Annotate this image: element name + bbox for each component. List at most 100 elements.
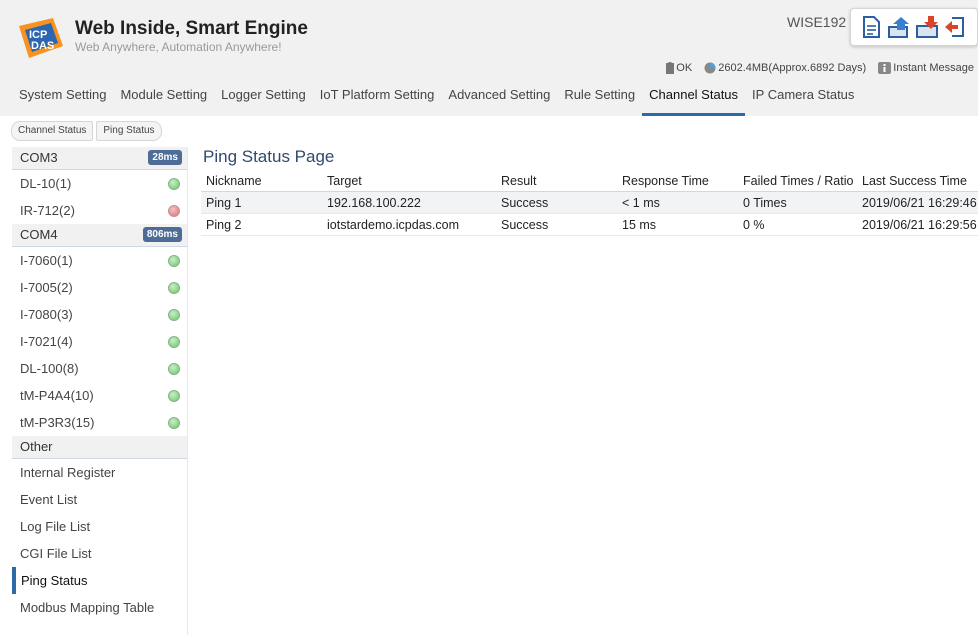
sidebar-item-event-list[interactable]: Event List (12, 486, 187, 513)
download-icon[interactable] (915, 15, 939, 39)
table-row: Ping 1 192.168.100.222 Success < 1 ms 0 … (201, 191, 978, 214)
sidebar-item-ping-status[interactable]: Ping Status (12, 567, 187, 594)
sidebar-item-i-7080[interactable]: I-7080(3) (12, 301, 187, 328)
instant-message[interactable]: Instant Message (878, 62, 974, 74)
column-header-result: Result (496, 170, 617, 192)
column-header-last-success-time: Last Success Time (857, 170, 978, 192)
column-header-nickname: Nickname (201, 170, 322, 192)
cell-result: Success (496, 191, 617, 214)
sidebar-item-tm-p4a4[interactable]: tM-P4A4(10) (12, 382, 187, 409)
sidebar-item-label: Event List (20, 492, 78, 507)
upload-icon[interactable] (887, 15, 911, 39)
sidebar-item-i-7021[interactable]: I-7021(4) (12, 328, 187, 355)
sidebar-item-label: Ping Status (21, 573, 88, 588)
main-nav: System Setting Module Setting Logger Set… (0, 82, 861, 116)
sidebar-item-label: Log File List (20, 519, 91, 534)
sidebar-item-label: I-7080(3) (20, 307, 73, 322)
sidebar-item-label: CGI File List (20, 546, 92, 561)
nav-channel-status[interactable]: Channel Status (642, 82, 746, 116)
cell-response-time: 15 ms (617, 213, 738, 236)
group-label: Other (20, 439, 53, 454)
brand-subtitle: Web Anywhere, Automation Anywhere! (75, 40, 282, 54)
sidebar-item-log-file-list[interactable]: Log File List (12, 513, 187, 540)
nav-logger-setting[interactable]: Logger Setting (214, 82, 313, 116)
page-title: Ping Status Page (203, 147, 335, 166)
battery-icon (666, 62, 675, 74)
status-dot-icon (168, 390, 180, 402)
sidebar-item-internal-register[interactable]: Internal Register (12, 459, 187, 486)
sidebar-group-other: Other (12, 436, 187, 459)
status-dot-icon (168, 255, 180, 267)
breadcrumb: Channel Status Ping Status (11, 121, 165, 141)
status-dot-icon (168, 309, 180, 321)
cell-target: 192.168.100.222 (322, 191, 496, 214)
status-dot-icon (168, 336, 180, 348)
device-name: WISE192 (787, 14, 847, 30)
storage-status: 2602.4MB(Approx.6892 Days) (704, 62, 866, 74)
sidebar-item-tm-p3r3[interactable]: tM-P3R3(15) (12, 409, 187, 436)
document-icon[interactable] (859, 15, 883, 39)
sidebar-item-label: Internal Register (20, 465, 116, 480)
sidebar-item-label: tM-P3R3(15) (20, 415, 95, 430)
column-header-failed-times-ratio: Failed Times / Ratio (738, 170, 857, 192)
column-header-target: Target (322, 170, 496, 192)
sidebar-item-i-7005[interactable]: I-7005(2) (12, 274, 187, 301)
sidebar-item-label: DL-100(8) (20, 361, 79, 376)
cell-response-time: < 1 ms (617, 191, 738, 214)
sidebar-group-com3: COM3 28ms (12, 147, 187, 170)
cell-target: iotstardemo.icpdas.com (322, 213, 496, 236)
logout-icon[interactable] (943, 15, 967, 39)
breadcrumb-ping-status[interactable]: Ping Status (96, 121, 162, 141)
response-time-badge: 28ms (148, 150, 182, 165)
status-dot-icon (168, 363, 180, 375)
table-row: Ping 2 iotstardemo.icpdas.com Success 15… (201, 213, 978, 236)
group-label: COM3 (20, 150, 58, 165)
sidebar-item-label: I-7021(4) (20, 334, 73, 349)
instant-message-label: Instant Message (893, 62, 974, 74)
table-header-row: Nickname Target Result Response Time Fai… (201, 170, 978, 192)
status-dot-icon (168, 282, 180, 294)
sidebar: COM3 28ms DL-10(1) IR-712(2) COM4 806ms … (12, 147, 188, 635)
cell-last-success-time: 2019/06/21 16:29:46 (857, 191, 978, 214)
sidebar-group-com4: COM4 806ms (12, 224, 187, 247)
group-label: COM4 (20, 227, 58, 242)
ping-status-table: Nickname Target Result Response Time Fai… (201, 170, 978, 236)
status-ok: OK (666, 62, 692, 74)
cell-last-success-time: 2019/06/21 16:29:56 (857, 213, 978, 236)
storage-label: 2602.4MB(Approx.6892 Days) (718, 62, 867, 74)
sidebar-item-label: IR-712(2) (20, 203, 75, 218)
sidebar-item-ir-712[interactable]: IR-712(2) (12, 197, 187, 224)
sidebar-item-dl-10[interactable]: DL-10(1) (12, 170, 187, 197)
status-ok-label: OK (676, 62, 693, 74)
nav-iot-platform-setting[interactable]: IoT Platform Setting (313, 82, 442, 116)
status-line: OK 2602.4MB(Approx.6892 Days) Instant Me… (657, 62, 974, 77)
cell-result: Success (496, 213, 617, 236)
nav-ip-camera-status[interactable]: IP Camera Status (745, 82, 861, 116)
status-dot-icon (168, 205, 180, 217)
sidebar-item-dl-100[interactable]: DL-100(8) (12, 355, 187, 382)
nav-rule-setting[interactable]: Rule Setting (557, 82, 642, 116)
sidebar-item-modbus-mapping-table[interactable]: Modbus Mapping Table (12, 594, 187, 621)
sidebar-item-label: I-7005(2) (20, 280, 73, 295)
nav-module-setting[interactable]: Module Setting (113, 82, 214, 116)
status-dot-icon (168, 417, 180, 429)
cell-nickname: Ping 1 (201, 191, 322, 214)
header-bar: ICP DAS Web Inside, Smart Engine Web Any… (0, 0, 978, 116)
storage-icon (704, 62, 716, 74)
response-time-badge: 806ms (142, 227, 182, 242)
svg-text:DAS: DAS (31, 40, 54, 52)
cell-failed-times: 0 % (738, 213, 857, 236)
sidebar-item-label: DL-10(1) (20, 176, 72, 191)
brand-title: Web Inside, Smart Engine (75, 18, 308, 39)
cell-failed-times: 0 Times (738, 191, 857, 214)
icpdas-logo: ICP DAS (19, 18, 63, 58)
column-header-response-time: Response Time (617, 170, 738, 192)
sidebar-item-label: I-7060(1) (20, 253, 73, 268)
breadcrumb-channel-status[interactable]: Channel Status (11, 121, 94, 141)
nav-system-setting[interactable]: System Setting (0, 82, 113, 116)
nav-advanced-setting[interactable]: Advanced Setting (441, 82, 557, 116)
sidebar-item-i-7060[interactable]: I-7060(1) (12, 247, 187, 274)
info-icon (878, 62, 892, 74)
sidebar-item-cgi-file-list[interactable]: CGI File List (12, 540, 187, 567)
sidebar-item-label: tM-P4A4(10) (20, 388, 94, 403)
